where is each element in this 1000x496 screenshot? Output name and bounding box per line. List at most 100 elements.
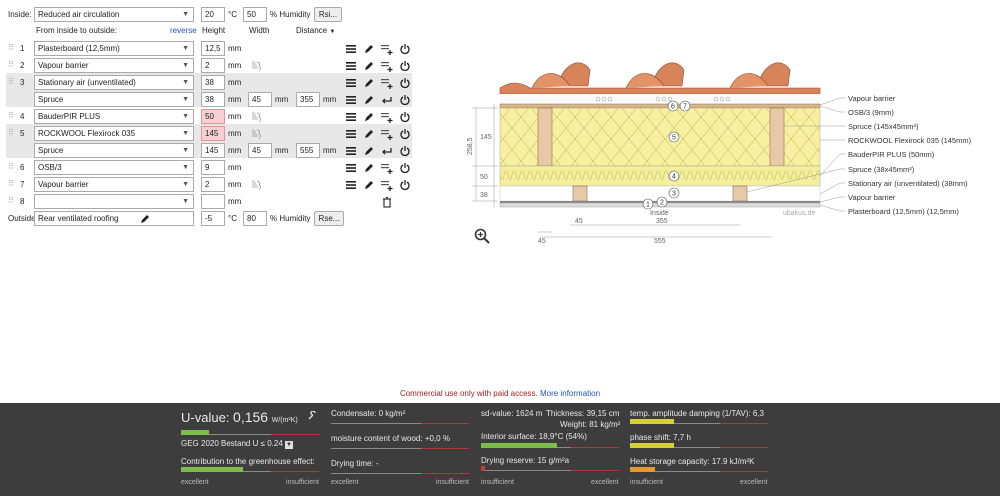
drag-handle-icon[interactable]: ⠿ [8, 162, 14, 171]
layer-menu-icon[interactable] [345, 111, 357, 123]
layer-marker: 6 [667, 100, 679, 112]
inside-temp-input[interactable]: 20 [201, 7, 225, 22]
pencil-icon[interactable] [363, 162, 375, 174]
pencil-icon[interactable] [139, 213, 151, 225]
drag-handle-icon[interactable]: ⠿ [8, 128, 14, 137]
pencil-icon[interactable] [363, 94, 375, 106]
layer-height-input[interactable]: 38 [201, 75, 225, 90]
layer-menu-icon[interactable] [345, 43, 357, 55]
power-toggle-icon[interactable] [399, 77, 411, 89]
layer-menu-icon[interactable] [345, 179, 357, 191]
greenhouse-label: Contribution to the greenhouse effect: [181, 457, 315, 466]
pencil-icon[interactable] [363, 145, 375, 157]
sublayer-width-input[interactable]: 45 [248, 143, 272, 158]
layer-height-input[interactable]: 50 [201, 109, 225, 124]
trash-icon[interactable] [381, 196, 393, 208]
reverse-link[interactable]: reverse [170, 26, 197, 36]
sublayer-height-input[interactable]: 145 [201, 143, 225, 158]
drag-handle-icon[interactable]: ⠿ [8, 179, 14, 188]
layer-material-select[interactable]: Stationary air (unventilated) ▼ [34, 75, 194, 90]
diagram-layer-label: ROCKWOOL Flexirock 035 (145mm) [848, 136, 972, 145]
distance-header-text: Distance [296, 26, 328, 35]
distance-header[interactable]: Distance ▼ [296, 26, 335, 37]
add-sublayer-icon[interactable] [381, 43, 393, 55]
rsi-button[interactable]: Rsi... [314, 7, 342, 22]
chevron-down-icon: ▼ [285, 441, 294, 449]
layer-menu-icon[interactable] [345, 128, 357, 140]
uvalue-label: U-value: [181, 410, 230, 425]
return-icon[interactable] [381, 94, 393, 106]
add-sublayer-icon[interactable] [381, 77, 393, 89]
layer-marker: 1 [642, 198, 654, 210]
layer-height-input[interactable]: 145 [201, 126, 225, 141]
layer-height-input[interactable] [201, 194, 225, 209]
outside-humidity-input[interactable]: 80 [243, 211, 267, 226]
pencil-icon[interactable] [363, 128, 375, 140]
sublayer-distance-input[interactable]: 355 [296, 92, 320, 107]
pencil-icon[interactable] [363, 43, 375, 55]
layer-material-value: Stationary air (unventilated) [38, 78, 136, 87]
sublayer-width-input[interactable]: 45 [248, 92, 272, 107]
add-sublayer-icon[interactable] [381, 60, 393, 72]
return-icon[interactable] [381, 145, 393, 157]
layer-height-input[interactable]: 2 [201, 58, 225, 73]
layer-material-select[interactable]: ▼ [34, 194, 194, 209]
layer-material-select[interactable]: Plasterboard (12,5mm) ▼ [34, 41, 194, 56]
add-sublayer-icon[interactable] [381, 111, 393, 123]
power-toggle-icon[interactable] [399, 128, 411, 140]
layer-material-select[interactable]: BauderPIR PLUS ▼ [34, 109, 194, 124]
layer-menu-icon[interactable] [345, 162, 357, 174]
more-info-link[interactable]: More information [540, 389, 600, 398]
sublayer-height-input[interactable]: 38 [201, 92, 225, 107]
power-toggle-icon[interactable] [399, 43, 411, 55]
inside-climate-select[interactable]: Reduced air circulation ▼ [34, 7, 194, 22]
sublayer-distance-input[interactable]: 555 [296, 143, 320, 158]
layer-menu-icon[interactable] [345, 94, 357, 106]
geg-text: GEG 2020 Bestand U ≤ 0.24 [181, 439, 283, 448]
power-toggle-icon[interactable] [399, 179, 411, 191]
outside-temp-input[interactable]: -5 [201, 211, 225, 226]
rse-button[interactable]: Rse... [314, 211, 344, 226]
drag-handle-icon[interactable]: ⠿ [8, 111, 14, 120]
layer-material-select[interactable]: OSB/3 ▼ [34, 160, 194, 175]
drag-handle-icon[interactable]: ⠿ [8, 60, 14, 69]
outside-climate-select[interactable]: Rear ventilated roofing [34, 211, 194, 226]
drag-handle-icon[interactable]: ⠿ [8, 43, 14, 52]
layer-height-input[interactable]: 2 [201, 177, 225, 192]
add-sublayer-icon[interactable] [381, 128, 393, 140]
layer-material-select[interactable]: ROCKWOOL Flexirock 035 ▼ [34, 126, 194, 141]
power-toggle-icon[interactable] [399, 111, 411, 123]
power-toggle-icon[interactable] [399, 94, 411, 106]
add-sublayer-icon[interactable] [381, 179, 393, 191]
pencil-icon[interactable] [363, 60, 375, 72]
pencil-icon[interactable] [363, 111, 375, 123]
power-toggle-icon[interactable] [399, 162, 411, 174]
pencil-icon[interactable] [363, 179, 375, 191]
drag-handle-icon[interactable]: ⠿ [8, 77, 14, 86]
layer-menu-icon[interactable] [345, 77, 357, 89]
layer-menu-icon[interactable] [345, 60, 357, 72]
pir-layer [499, 165, 821, 187]
sublayer-material-select[interactable]: Spruce ▼ [34, 92, 194, 107]
layer-height-input[interactable]: 12,5 [201, 41, 225, 56]
inside-humidity-input[interactable]: 50 [243, 7, 267, 22]
wrench-icon[interactable] [307, 411, 317, 421]
geg-reference[interactable]: GEG 2020 Bestand U ≤ 0.24 ▼ [181, 439, 294, 449]
drag-handle-icon[interactable]: ⠿ [8, 196, 14, 205]
layer-menu-icon[interactable] [345, 145, 357, 157]
pencil-icon[interactable] [363, 77, 375, 89]
bar-fill [181, 430, 209, 435]
power-toggle-icon[interactable] [399, 60, 411, 72]
scale-excellent: excellent [740, 479, 768, 486]
diagram-layer-label: OSB/3 (9mm) [848, 108, 894, 117]
sublayer-material-select[interactable]: Spruce ▼ [34, 143, 194, 158]
layer-material-select[interactable]: Vapour barrier ▼ [34, 177, 194, 192]
spruce-batten [732, 185, 748, 202]
layer-material-select[interactable]: Vapour barrier ▼ [34, 58, 194, 73]
layer-height-input[interactable]: 9 [201, 160, 225, 175]
dimension-total: 258,5 [467, 137, 474, 155]
add-sublayer-icon[interactable] [381, 162, 393, 174]
chevron-down-icon: ▼ [182, 45, 189, 52]
power-toggle-icon[interactable] [399, 145, 411, 157]
mm-unit: mm [228, 129, 242, 138]
